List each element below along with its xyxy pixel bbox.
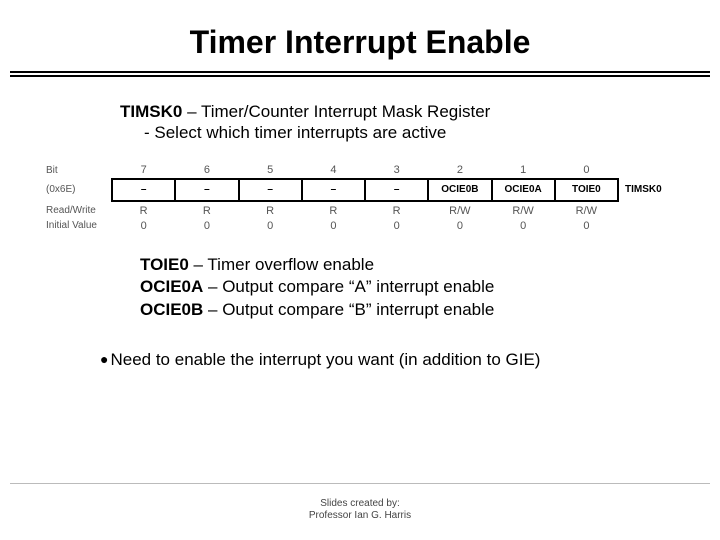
rw-cell: R xyxy=(239,201,302,217)
bit-name: OCIE0A xyxy=(492,179,555,201)
def-name: TOIE0 xyxy=(140,255,189,274)
bit-definitions: TOIE0 – Timer overflow enable OCIE0A – O… xyxy=(140,254,680,323)
iv-cell: 0 xyxy=(492,217,555,232)
title-rule-top xyxy=(10,71,710,73)
intro-reg-desc: – Timer/Counter Interrupt Mask Register xyxy=(182,102,490,121)
register-name-label: TIMSK0 xyxy=(618,179,674,201)
bit-name-row: (0x6E) – – – – – OCIE0B OCIE0A TOIE0 TIM… xyxy=(46,179,674,201)
rw-cell: R/W xyxy=(555,201,618,217)
bit-num: 3 xyxy=(365,164,428,179)
row-label-rw: Read/Write xyxy=(46,201,112,217)
bit-num: 1 xyxy=(492,164,555,179)
bit-name: OCIE0B xyxy=(428,179,491,201)
iv-cell: 0 xyxy=(112,217,175,232)
intro-block: TIMSK0 – Timer/Counter Interrupt Mask Re… xyxy=(120,101,680,144)
rw-cell: R/W xyxy=(492,201,555,217)
def-line: TOIE0 – Timer overflow enable xyxy=(140,254,680,277)
intro-line-2: - Select which timer interrupts are acti… xyxy=(144,122,680,143)
bit-number-row: Bit 7 6 5 4 3 2 1 0 xyxy=(46,164,674,179)
def-name: OCIE0A xyxy=(140,277,203,296)
rw-cell: R xyxy=(175,201,238,217)
iv-cell: 0 xyxy=(555,217,618,232)
iv-cell: 0 xyxy=(175,217,238,232)
bit-name: – xyxy=(175,179,238,201)
def-line: OCIE0B – Output compare “B” interrupt en… xyxy=(140,299,680,322)
slide-title: Timer Interrupt Enable xyxy=(0,0,720,71)
def-text: – Timer overflow enable xyxy=(189,255,374,274)
row-label-addr: (0x6E) xyxy=(46,179,112,201)
footer-rule xyxy=(10,483,710,484)
bit-num: 7 xyxy=(112,164,175,179)
bit-num: 6 xyxy=(175,164,238,179)
iv-cell: 0 xyxy=(365,217,428,232)
footer-credit: Slides created by: Professor Ian G. Harr… xyxy=(0,498,720,522)
row-label-bit: Bit xyxy=(46,164,112,179)
bullet-text: Need to enable the interrupt you want (i… xyxy=(110,350,540,370)
def-name: OCIE0B xyxy=(140,300,203,319)
def-line: OCIE0A – Output compare “A” interrupt en… xyxy=(140,276,680,299)
def-text: – Output compare “B” interrupt enable xyxy=(203,300,494,319)
bit-num: 2 xyxy=(428,164,491,179)
intro-reg-name: TIMSK0 xyxy=(120,102,182,121)
footer-line-2: Professor Ian G. Harris xyxy=(0,510,720,522)
initial-value-row: Initial Value 0 0 0 0 0 0 0 0 xyxy=(46,217,674,232)
register-table: Bit 7 6 5 4 3 2 1 0 (0x6E) – – – – – OCI… xyxy=(46,164,674,232)
intro-line-1: TIMSK0 – Timer/Counter Interrupt Mask Re… xyxy=(120,101,680,122)
rw-cell: R xyxy=(302,201,365,217)
bullet-icon: ● xyxy=(100,352,108,366)
iv-cell: 0 xyxy=(302,217,365,232)
def-text: – Output compare “A” interrupt enable xyxy=(203,277,494,296)
register-diagram: Bit 7 6 5 4 3 2 1 0 (0x6E) – – – – – OCI… xyxy=(40,164,680,232)
rw-cell: R xyxy=(112,201,175,217)
bit-name: – xyxy=(239,179,302,201)
read-write-row: Read/Write R R R R R R/W R/W R/W xyxy=(46,201,674,217)
bit-num: 4 xyxy=(302,164,365,179)
rw-cell: R/W xyxy=(428,201,491,217)
bit-name: – xyxy=(302,179,365,201)
rw-cell: R xyxy=(365,201,428,217)
row-label-iv: Initial Value xyxy=(46,217,112,232)
bit-num: 5 xyxy=(239,164,302,179)
bit-name: TOIE0 xyxy=(555,179,618,201)
footer-line-1: Slides created by: xyxy=(0,498,720,510)
content-area: TIMSK0 – Timer/Counter Interrupt Mask Re… xyxy=(0,77,720,370)
bit-name: – xyxy=(112,179,175,201)
bit-name: – xyxy=(365,179,428,201)
bullet-line: ● Need to enable the interrupt you want … xyxy=(100,350,680,370)
bit-num: 0 xyxy=(555,164,618,179)
iv-cell: 0 xyxy=(428,217,491,232)
iv-cell: 0 xyxy=(239,217,302,232)
